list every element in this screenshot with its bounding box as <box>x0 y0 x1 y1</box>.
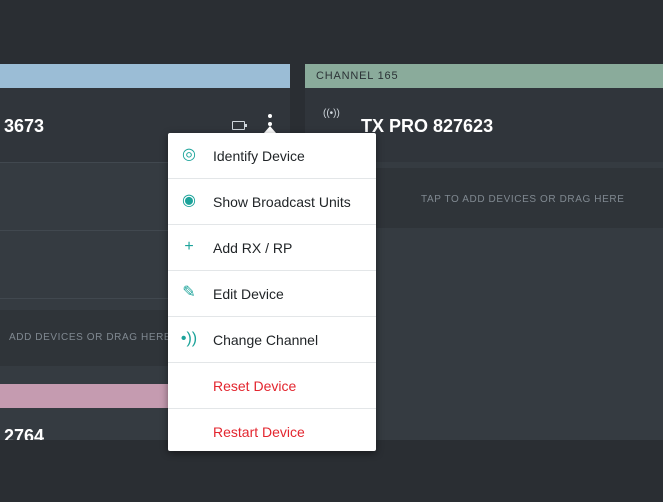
menu-item-label: Reset Device <box>213 378 297 394</box>
drop-zone-left[interactable]: ADD DEVICES OR DRAG HERE <box>0 310 180 366</box>
battery-icon <box>232 121 247 130</box>
pencil-icon: ✎ <box>182 284 196 301</box>
menu-item-edit-device[interactable]: ✎ Edit Device <box>168 271 376 317</box>
menu-caret <box>264 126 276 133</box>
menu-item-restart-device[interactable]: Restart Device <box>168 409 376 451</box>
drop-zone-label: TAP TO ADD DEVICES OR DRAG HERE <box>421 194 625 205</box>
broadcast-icon: ((•)) <box>323 108 340 119</box>
menu-item-label: Add RX / RP <box>213 240 293 256</box>
drop-zone-label: ADD DEVICES OR DRAG HERE <box>9 332 172 343</box>
device-name-partial: 2764 <box>4 426 45 440</box>
device-name-left: 3673 <box>4 116 45 136</box>
channel-header-right: CHANNEL 165 <box>305 64 663 88</box>
bottom-bar <box>0 464 663 502</box>
device-context-menu: ◎ Identify Device ◉ Show Broadcast Units… <box>168 133 376 451</box>
menu-item-label: Show Broadcast Units <box>213 194 351 210</box>
broadcast-icon: •)) <box>180 330 198 347</box>
channel-label: CHANNEL 165 <box>316 70 399 82</box>
menu-item-identify-device[interactable]: ◎ Identify Device <box>168 133 376 179</box>
menu-item-show-broadcast-units[interactable]: ◉ Show Broadcast Units <box>168 179 376 225</box>
device-name-right: TX PRO 827623 <box>361 116 494 136</box>
channel-header-pink <box>0 384 180 408</box>
menu-item-reset-device[interactable]: Reset Device <box>168 363 376 409</box>
menu-item-change-channel[interactable]: •)) Change Channel <box>168 317 376 363</box>
plus-icon: + <box>184 238 194 255</box>
menu-item-label: Change Channel <box>213 332 319 348</box>
menu-item-label: Edit Device <box>213 286 284 302</box>
target-icon: ◎ <box>182 146 196 163</box>
eye-icon: ◉ <box>182 192 196 209</box>
menu-item-label: Restart Device <box>213 424 305 440</box>
top-bar <box>0 0 663 64</box>
menu-item-add-rx-rp[interactable]: + Add RX / RP <box>168 225 376 271</box>
channel-header-left <box>0 64 290 88</box>
menu-item-label: Identify Device <box>213 148 305 164</box>
